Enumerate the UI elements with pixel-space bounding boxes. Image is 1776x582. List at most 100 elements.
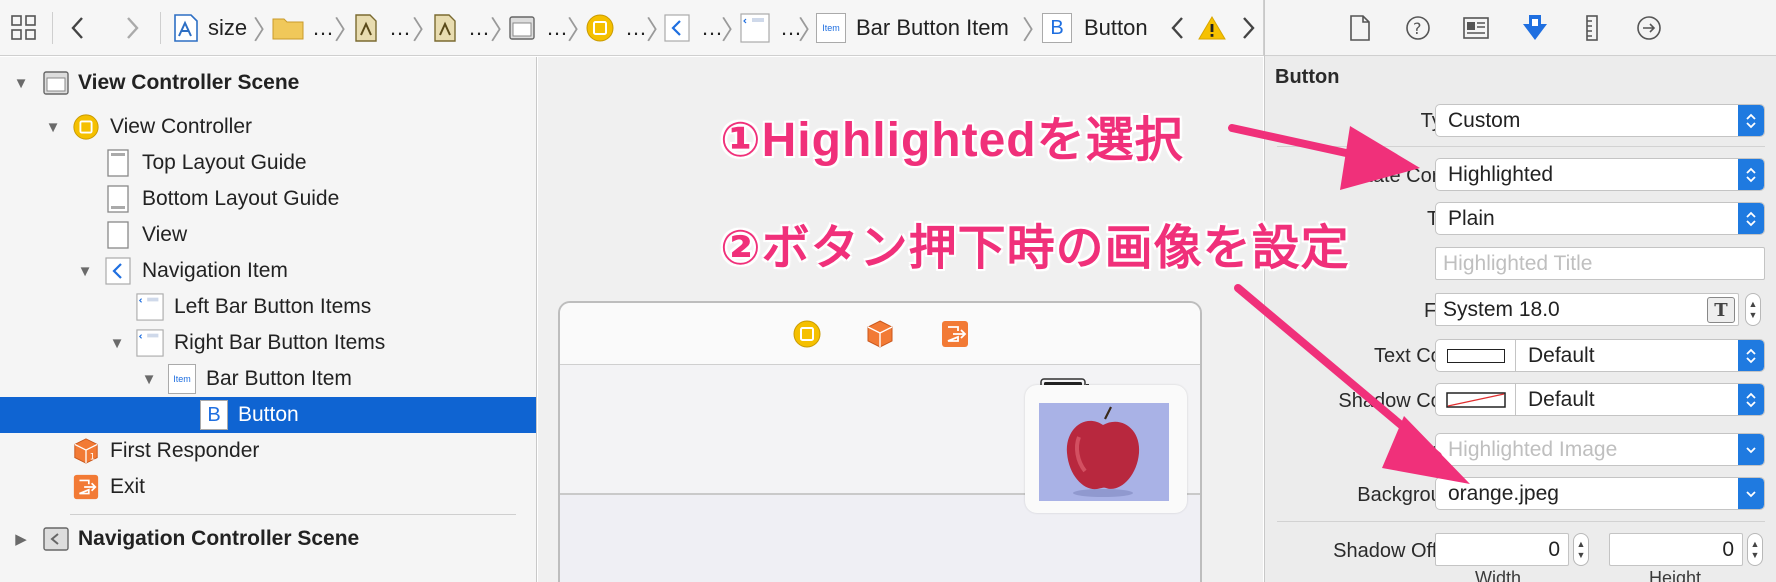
size-inspector-icon[interactable]: [1577, 13, 1607, 43]
shadow-offset-width-field[interactable]: 0: [1435, 533, 1569, 566]
shadow-offset-width-stepper[interactable]: ▲ ▼: [1573, 533, 1589, 566]
next-issue-icon[interactable]: [1238, 0, 1258, 56]
text-color-popup[interactable]: Default: [1435, 339, 1765, 372]
navigation-item-icon: [664, 14, 690, 42]
highlighted-title-field[interactable]: Highlighted Title: [1435, 247, 1765, 280]
outline-row-bar-button-item[interactable]: ▼ Item Bar Button Item: [0, 361, 536, 397]
outline-label: Navigation Controller Scene: [78, 527, 360, 550]
font-size-stepper[interactable]: ▲ ▼: [1745, 293, 1761, 326]
previous-issue-icon[interactable]: [1168, 0, 1188, 56]
breadcrumb-item-bar-button-items[interactable]: …: [740, 0, 802, 56]
svg-text:?: ?: [1413, 19, 1422, 38]
bar-button-item-icon: Item: [816, 13, 846, 43]
disclosure-open-icon[interactable]: ▼: [140, 370, 158, 388]
breadcrumb-item-scene[interactable]: …: [508, 0, 568, 56]
outline-row-navigation-item[interactable]: ▼ Navigation Item: [0, 253, 536, 289]
button-icon: B: [1042, 13, 1072, 43]
breadcrumb-item-bar-button-item[interactable]: Item Bar Button Item: [816, 0, 1009, 56]
first-responder-icon: 1: [72, 437, 100, 465]
related-items-icon[interactable]: [10, 0, 38, 56]
color-swatch: [1436, 384, 1516, 415]
disclosure-open-icon[interactable]: ▼: [76, 262, 94, 280]
first-responder-icon[interactable]: [865, 319, 895, 354]
bar-button-image-button[interactable]: [1025, 385, 1187, 513]
bar-button-items-icon: [136, 329, 164, 357]
breadcrumb-item-file[interactable]: …: [353, 0, 411, 56]
title-value: Plain: [1448, 206, 1495, 230]
popup-arrows-icon: [1738, 203, 1764, 234]
breadcrumb-item-file[interactable]: …: [432, 0, 490, 56]
background-value: orange.jpeg: [1448, 481, 1559, 505]
breadcrumb-item-navigation-item[interactable]: …: [663, 0, 723, 56]
chevron-down-icon: [1738, 434, 1764, 465]
shadow-offset-height-stepper[interactable]: ▲ ▼: [1747, 533, 1763, 566]
divider: [1277, 146, 1765, 147]
outline-row-navigation-controller-scene[interactable]: ▶ Navigation Controller Scene: [0, 521, 536, 557]
background-combo[interactable]: orange.jpeg: [1435, 477, 1765, 510]
outline-row-exit[interactable]: Exit: [0, 469, 536, 505]
outline-row-left-bar-button-items[interactable]: Left Bar Button Items: [0, 289, 536, 325]
exit-icon[interactable]: [940, 319, 970, 354]
scene-icon: [509, 16, 535, 40]
outline-row-first-responder[interactable]: 1 First Responder: [0, 433, 536, 469]
svg-text:1: 1: [90, 451, 95, 461]
title-placeholder: Highlighted Title: [1443, 251, 1593, 275]
title-popup[interactable]: Plain: [1435, 202, 1765, 235]
bar-button-items-icon: [740, 13, 770, 43]
outline-label: Right Bar Button Items: [174, 331, 386, 354]
connections-inspector-icon[interactable]: [1634, 13, 1664, 43]
outline-label: View Controller: [110, 115, 253, 138]
button-icon: B: [200, 400, 228, 430]
back-chevron-icon[interactable]: [68, 0, 88, 56]
scene-icon: [42, 69, 70, 97]
shadow-color-value: Default: [1528, 387, 1595, 411]
popup-arrows-icon: [1738, 340, 1764, 371]
outline-divider: [70, 514, 516, 515]
view-controller-icon[interactable]: [792, 319, 822, 354]
outline-row-view-controller-scene[interactable]: ▼ View Controller Scene: [0, 65, 536, 101]
type-popup[interactable]: Custom: [1435, 104, 1765, 137]
file-inspector-icon[interactable]: [1345, 13, 1375, 43]
image-combo[interactable]: Highlighted Image: [1435, 433, 1765, 466]
scene-icon: [42, 525, 70, 553]
disclosure-closed-icon[interactable]: ▶: [12, 530, 30, 548]
annotation-step-2: ②ボタン押下時の画像を設定: [720, 222, 1350, 275]
outline-row-view[interactable]: View: [0, 217, 536, 253]
state-config-popup[interactable]: Highlighted: [1435, 158, 1765, 191]
attributes-inspector: ? Button Type Custom State Config Highli…: [1264, 0, 1776, 582]
attributes-inspector-icon[interactable]: [1520, 13, 1550, 43]
view-icon: [104, 221, 132, 249]
popup-arrows-icon: [1738, 159, 1764, 190]
font-field[interactable]: System 18.0: [1435, 293, 1739, 326]
breadcrumb-item-size[interactable]: size: [172, 0, 247, 56]
folder-icon: [272, 18, 304, 40]
height-sublabel: Height: [1649, 568, 1702, 582]
font-picker-button[interactable]: T: [1707, 297, 1735, 323]
outline-row-bottom-layout-guide[interactable]: Bottom Layout Guide: [0, 181, 536, 217]
breadcrumb-item-view-controller[interactable]: …: [585, 0, 647, 56]
outline-row-button[interactable]: B Button: [0, 397, 536, 433]
outline-row-view-controller[interactable]: ▼ View Controller: [0, 109, 536, 145]
breadcrumb-item-folder[interactable]: …: [272, 0, 334, 56]
chevron-down-icon: [1738, 478, 1764, 509]
warning-icon[interactable]: [1198, 0, 1226, 56]
inspector-tab-bar: ?: [1265, 0, 1776, 56]
outline-row-top-layout-guide[interactable]: Top Layout Guide: [0, 145, 536, 181]
popup-arrows-icon: [1738, 384, 1764, 415]
quick-help-icon[interactable]: ?: [1403, 13, 1433, 43]
disclosure-open-icon[interactable]: ▼: [12, 74, 30, 92]
identity-inspector-icon[interactable]: [1461, 13, 1491, 43]
state-config-value: Highlighted: [1448, 162, 1554, 186]
view-controller-frame[interactable]: [558, 301, 1202, 582]
breadcrumb-item-button[interactable]: B Button: [1042, 0, 1148, 56]
outline-row-right-bar-button-items[interactable]: ▼ Right Bar Button Items: [0, 325, 536, 361]
forward-chevron-icon[interactable]: [122, 0, 142, 56]
outline-label: Bottom Layout Guide: [142, 187, 340, 210]
image-placeholder: Highlighted Image: [1448, 437, 1618, 461]
shadow-color-popup[interactable]: Default: [1435, 383, 1765, 416]
color-swatch: [1436, 340, 1516, 371]
disclosure-open-icon[interactable]: ▼: [44, 118, 62, 136]
outline-label: Navigation Item: [142, 259, 288, 282]
shadow-offset-height-field[interactable]: 0: [1609, 533, 1743, 566]
disclosure-open-icon[interactable]: ▼: [108, 334, 126, 352]
